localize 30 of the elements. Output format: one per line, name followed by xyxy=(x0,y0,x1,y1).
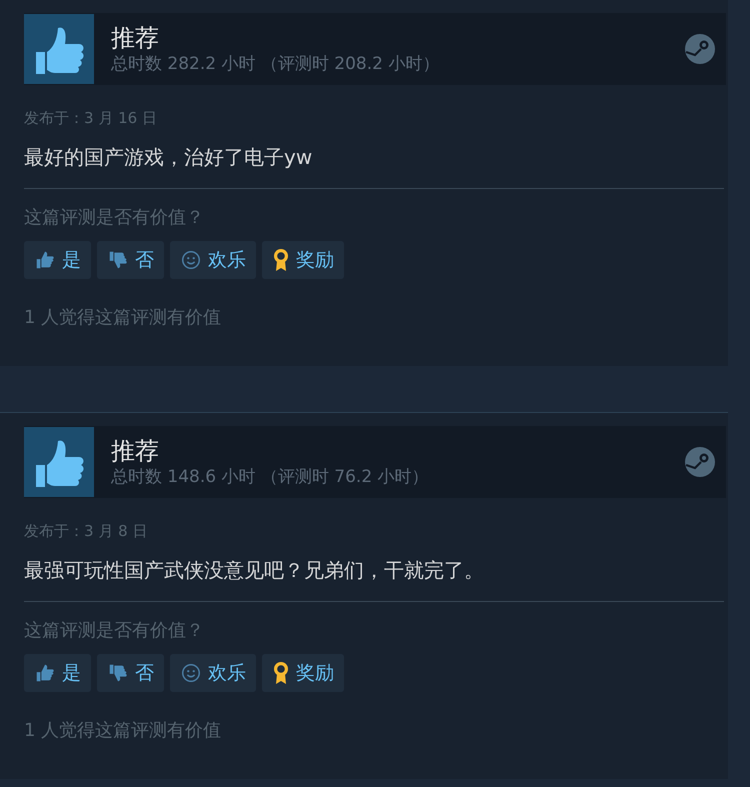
award-ribbon-icon xyxy=(272,248,290,272)
thumbs-up-icon xyxy=(34,662,56,684)
award-button[interactable]: 奖励 xyxy=(262,241,344,279)
thumbs-up-icon xyxy=(34,249,56,271)
thumbs-down-icon xyxy=(107,662,129,684)
helpful-count: 1 人觉得这篇评测有价值 xyxy=(24,306,222,329)
helpful-count: 1 人觉得这篇评测有价值 xyxy=(24,719,222,742)
playtime-text: 总时数 282.2 小时 （评测时 208.2 小时） xyxy=(111,53,440,75)
post-date: 发布于：3 月 16 日 xyxy=(24,109,158,128)
funny-button[interactable]: 欢乐 xyxy=(170,654,256,692)
recommendation-label: 推荐 xyxy=(111,23,160,53)
playtime-text: 总时数 148.6 小时 （评测时 76.2 小时） xyxy=(111,466,430,488)
steam-logo-icon xyxy=(684,446,716,478)
recommendation-label: 推荐 xyxy=(111,436,160,466)
helpful-question: 这篇评测是否有价值？ xyxy=(24,619,205,642)
steam-logo-icon xyxy=(684,33,716,65)
smiley-icon xyxy=(180,662,202,684)
review-text: 最好的国产游戏，治好了电子yw xyxy=(24,144,314,171)
funny-button[interactable]: 欢乐 xyxy=(170,241,256,279)
yes-button[interactable]: 是 xyxy=(24,654,91,692)
post-date: 发布于：3 月 8 日 xyxy=(24,522,148,541)
award-ribbon-icon xyxy=(272,661,290,685)
no-button[interactable]: 否 xyxy=(97,654,164,692)
thumbs-down-icon xyxy=(107,249,129,271)
award-button[interactable]: 奖励 xyxy=(262,654,344,692)
helpful-question: 这篇评测是否有价值？ xyxy=(24,206,205,229)
review-text: 最强可玩性国产武侠没意见吧？兄弟们，干就完了。 xyxy=(24,557,485,584)
smiley-icon xyxy=(180,249,202,271)
no-button[interactable]: 否 xyxy=(97,241,164,279)
yes-button[interactable]: 是 xyxy=(24,241,91,279)
